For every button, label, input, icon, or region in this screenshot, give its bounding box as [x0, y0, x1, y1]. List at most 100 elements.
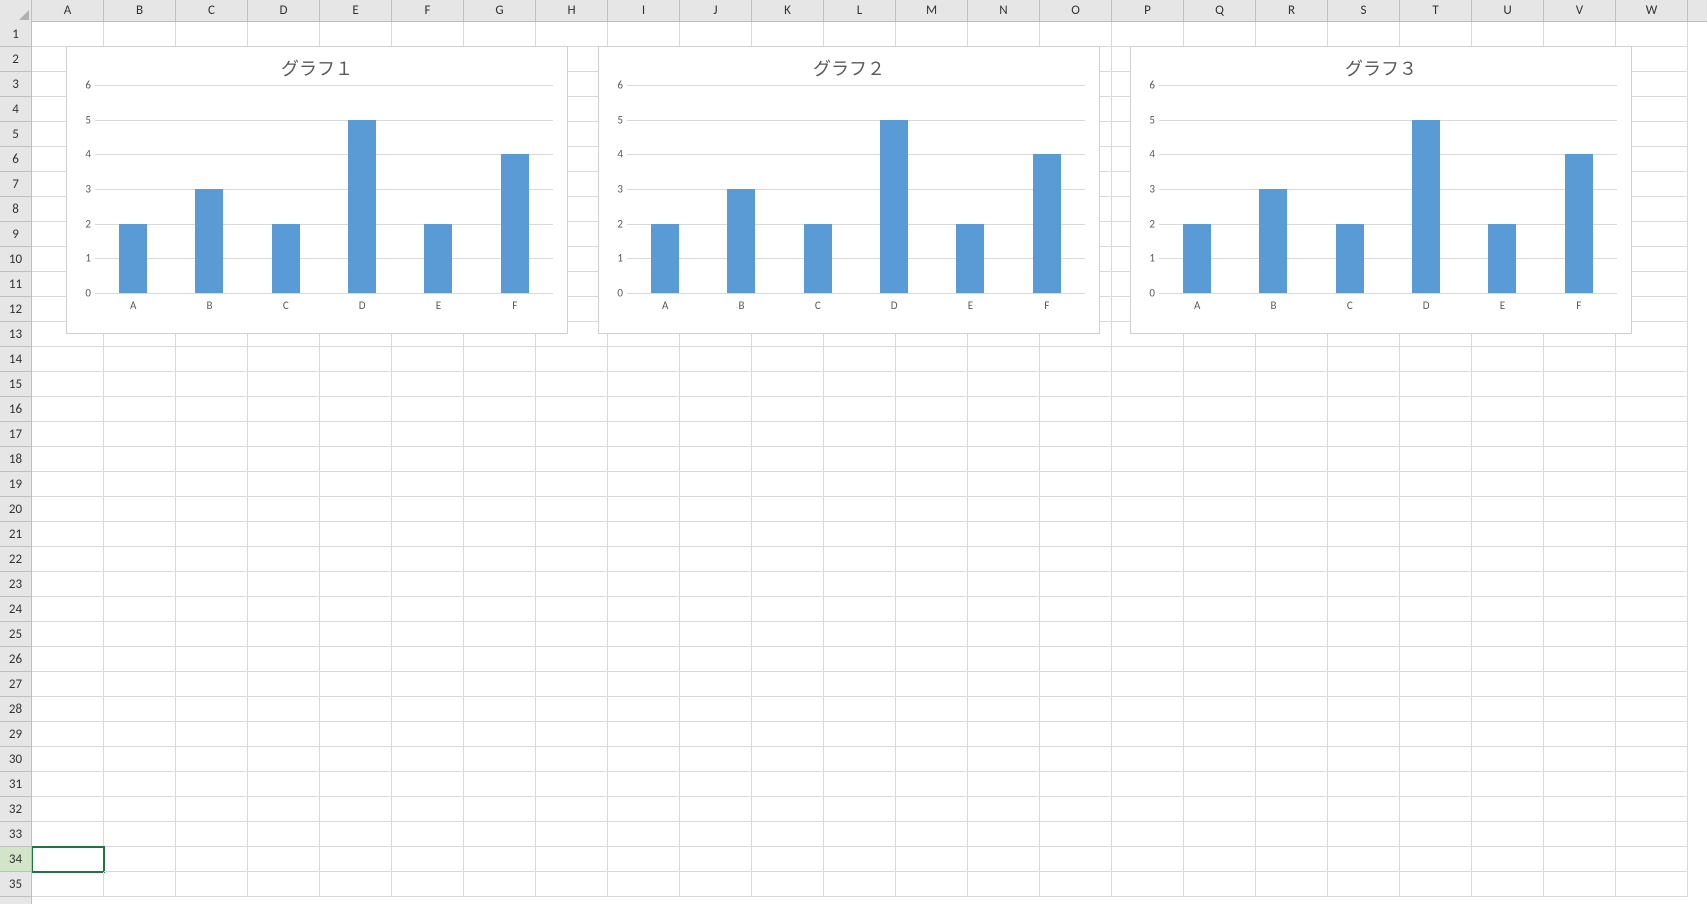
cell-F28[interactable]: [392, 697, 464, 722]
cell-E18[interactable]: [320, 447, 392, 472]
cell-P20[interactable]: [1112, 497, 1184, 522]
cell-K21[interactable]: [752, 522, 824, 547]
cell-O22[interactable]: [1040, 547, 1112, 572]
cell-O15[interactable]: [1040, 372, 1112, 397]
cell-M1[interactable]: [896, 22, 968, 47]
cell-B28[interactable]: [104, 697, 176, 722]
cell-J32[interactable]: [680, 797, 752, 822]
cell-N34[interactable]: [968, 847, 1040, 872]
cell-I22[interactable]: [608, 547, 680, 572]
cell-S32[interactable]: [1328, 797, 1400, 822]
row-header-21[interactable]: 21: [0, 522, 31, 547]
cell-T18[interactable]: [1400, 447, 1472, 472]
cell-J14[interactable]: [680, 347, 752, 372]
row-header-26[interactable]: 26: [0, 647, 31, 672]
cell-G28[interactable]: [464, 697, 536, 722]
cell-O25[interactable]: [1040, 622, 1112, 647]
cell-D31[interactable]: [248, 772, 320, 797]
cell-F20[interactable]: [392, 497, 464, 522]
cell-V32[interactable]: [1544, 797, 1616, 822]
cell-U20[interactable]: [1472, 497, 1544, 522]
cell-I31[interactable]: [608, 772, 680, 797]
cell-I15[interactable]: [608, 372, 680, 397]
cell-P25[interactable]: [1112, 622, 1184, 647]
cell-S30[interactable]: [1328, 747, 1400, 772]
cell-U28[interactable]: [1472, 697, 1544, 722]
cell-W19[interactable]: [1616, 472, 1688, 497]
cell-R32[interactable]: [1256, 797, 1328, 822]
column-header-E[interactable]: E: [320, 0, 392, 22]
column-header-D[interactable]: D: [248, 0, 320, 22]
cell-V22[interactable]: [1544, 547, 1616, 572]
cell-H16[interactable]: [536, 397, 608, 422]
row-header-11[interactable]: 11: [0, 272, 31, 297]
cell-R20[interactable]: [1256, 497, 1328, 522]
cell-P21[interactable]: [1112, 522, 1184, 547]
cell-S27[interactable]: [1328, 672, 1400, 697]
cell-H19[interactable]: [536, 472, 608, 497]
cell-G26[interactable]: [464, 647, 536, 672]
cell-U27[interactable]: [1472, 672, 1544, 697]
row-header-25[interactable]: 25: [0, 622, 31, 647]
column-header-N[interactable]: N: [968, 0, 1040, 22]
cell-P35[interactable]: [1112, 872, 1184, 897]
cell-A35[interactable]: [32, 872, 104, 897]
cell-M20[interactable]: [896, 497, 968, 522]
cell-G25[interactable]: [464, 622, 536, 647]
bar-C[interactable]: [804, 224, 832, 293]
cell-C35[interactable]: [176, 872, 248, 897]
cell-O18[interactable]: [1040, 447, 1112, 472]
cell-H20[interactable]: [536, 497, 608, 522]
cell-M17[interactable]: [896, 422, 968, 447]
cell-S20[interactable]: [1328, 497, 1400, 522]
cell-S19[interactable]: [1328, 472, 1400, 497]
cell-J23[interactable]: [680, 572, 752, 597]
cell-Q20[interactable]: [1184, 497, 1256, 522]
cell-T21[interactable]: [1400, 522, 1472, 547]
row-header-4[interactable]: 4: [0, 97, 31, 122]
cell-B33[interactable]: [104, 822, 176, 847]
cell-O21[interactable]: [1040, 522, 1112, 547]
cell-F18[interactable]: [392, 447, 464, 472]
cell-B18[interactable]: [104, 447, 176, 472]
cell-J18[interactable]: [680, 447, 752, 472]
cell-M35[interactable]: [896, 872, 968, 897]
cell-V15[interactable]: [1544, 372, 1616, 397]
row-header-23[interactable]: 23: [0, 572, 31, 597]
cell-G34[interactable]: [464, 847, 536, 872]
cell-T14[interactable]: [1400, 347, 1472, 372]
cell-O27[interactable]: [1040, 672, 1112, 697]
row-header-35[interactable]: 35: [0, 872, 31, 897]
cell-H32[interactable]: [536, 797, 608, 822]
cell-G29[interactable]: [464, 722, 536, 747]
cell-L26[interactable]: [824, 647, 896, 672]
cell-W14[interactable]: [1616, 347, 1688, 372]
cell-D19[interactable]: [248, 472, 320, 497]
row-header-33[interactable]: 33: [0, 822, 31, 847]
cell-B27[interactable]: [104, 672, 176, 697]
cell-D15[interactable]: [248, 372, 320, 397]
row-header-30[interactable]: 30: [0, 747, 31, 772]
cell-B20[interactable]: [104, 497, 176, 522]
cell-R33[interactable]: [1256, 822, 1328, 847]
cell-V34[interactable]: [1544, 847, 1616, 872]
cell-F1[interactable]: [392, 22, 464, 47]
cell-R26[interactable]: [1256, 647, 1328, 672]
cell-I24[interactable]: [608, 597, 680, 622]
column-header-C[interactable]: C: [176, 0, 248, 22]
cell-I26[interactable]: [608, 647, 680, 672]
cell-M22[interactable]: [896, 547, 968, 572]
cell-M28[interactable]: [896, 697, 968, 722]
cell-O20[interactable]: [1040, 497, 1112, 522]
cell-W15[interactable]: [1616, 372, 1688, 397]
cell-A31[interactable]: [32, 772, 104, 797]
cell-G31[interactable]: [464, 772, 536, 797]
cell-P33[interactable]: [1112, 822, 1184, 847]
cell-W31[interactable]: [1616, 772, 1688, 797]
cell-Q14[interactable]: [1184, 347, 1256, 372]
cell-A33[interactable]: [32, 822, 104, 847]
cell-U32[interactable]: [1472, 797, 1544, 822]
cell-P30[interactable]: [1112, 747, 1184, 772]
cell-C16[interactable]: [176, 397, 248, 422]
cell-G24[interactable]: [464, 597, 536, 622]
